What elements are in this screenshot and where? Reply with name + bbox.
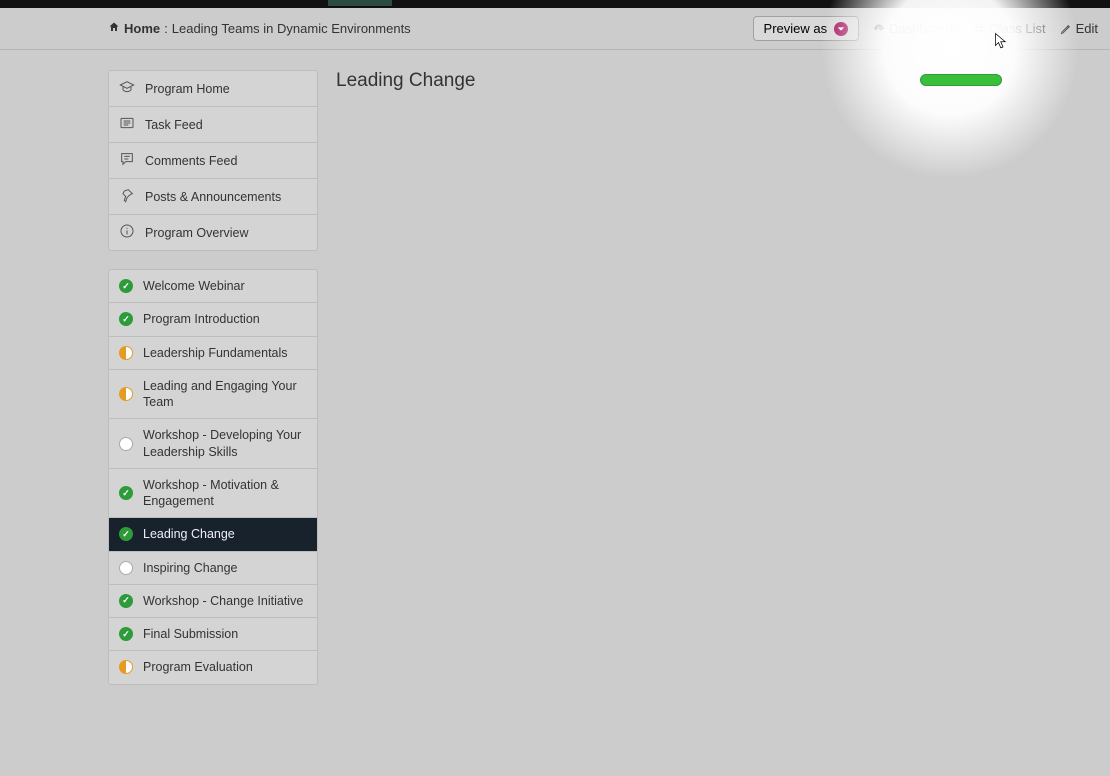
pin-icon xyxy=(119,187,135,206)
nav-item-program-overview[interactable]: Program Overview xyxy=(109,215,317,250)
breadcrumb-title: Leading Teams in Dynamic Environments xyxy=(172,21,411,36)
module-item-label: Leadership Fundamentals xyxy=(143,345,288,361)
module-item-leadership-fundamentals[interactable]: Leadership Fundamentals xyxy=(109,337,317,370)
gauge-icon xyxy=(873,23,885,35)
info-icon xyxy=(119,223,135,242)
edit-label: Edit xyxy=(1076,21,1098,36)
breadcrumb-separator: : xyxy=(164,21,168,36)
comment-icon xyxy=(119,151,135,170)
users-icon xyxy=(973,23,985,35)
nav-item-label: Posts & Announcements xyxy=(145,190,281,204)
module-item-leading-and-engaging-your-team[interactable]: Leading and Engaging Your Team xyxy=(109,370,317,420)
pencil-icon xyxy=(1060,23,1072,35)
nav-item-label: Comments Feed xyxy=(145,154,237,168)
status-empty-icon xyxy=(119,561,133,575)
nav-item-program-home[interactable]: Program Home xyxy=(109,71,317,107)
status-partial-icon xyxy=(119,346,133,360)
dashboards-link[interactable]: Dashboards xyxy=(873,21,959,36)
status-done-icon xyxy=(119,486,133,500)
main-area: Leading Change xyxy=(336,70,1002,92)
progress-bar-fill xyxy=(920,74,1002,86)
status-partial-icon xyxy=(119,387,133,401)
module-item-label: Program Evaluation xyxy=(143,659,253,675)
nav-block: Program Home Task Feed Comments Feed Posts … xyxy=(108,70,318,251)
module-item-label: Workshop - Developing Your Leadership Sk… xyxy=(143,427,307,460)
module-item-label: Workshop - Change Initiative xyxy=(143,593,303,609)
module-item-label: Final Submission xyxy=(143,626,238,642)
nav-item-label: Task Feed xyxy=(145,118,203,132)
status-done-icon xyxy=(119,312,133,326)
nav-item-posts-announcements[interactable]: Posts & Announcements xyxy=(109,179,317,215)
module-item-final-submission[interactable]: Final Submission xyxy=(109,618,317,651)
nav-item-label: Program Overview xyxy=(145,226,249,240)
list-icon xyxy=(119,115,135,134)
module-item-label: Leading and Engaging Your Team xyxy=(143,378,307,411)
module-item-program-evaluation[interactable]: Program Evaluation xyxy=(109,651,317,683)
nav-item-label: Program Home xyxy=(145,82,230,96)
module-item-workshop-developing-your-leadership-skills[interactable]: Workshop - Developing Your Leadership Sk… xyxy=(109,419,317,469)
status-empty-icon xyxy=(119,437,133,451)
top-strip xyxy=(0,0,1110,8)
header-bar: Home : Leading Teams in Dynamic Environm… xyxy=(0,8,1110,50)
nav-item-comments-feed[interactable]: Comments Feed xyxy=(109,143,317,179)
content-area: Program Home Task Feed Comments Feed Posts … xyxy=(0,50,1110,776)
home-icon xyxy=(108,21,120,36)
progress-indicator xyxy=(920,74,1002,86)
module-item-workshop-motivation-engagement[interactable]: Workshop - Motivation & Engagement xyxy=(109,469,317,519)
module-block: Welcome Webinar Program Introduction Leade… xyxy=(108,269,318,685)
module-item-inspiring-change[interactable]: Inspiring Change xyxy=(109,552,317,585)
preview-as-button[interactable]: Preview as xyxy=(753,16,860,41)
module-item-workshop-change-initiative[interactable]: Workshop - Change Initiative xyxy=(109,585,317,618)
mortarboard-icon xyxy=(119,79,135,98)
module-item-label: Welcome Webinar xyxy=(143,278,245,294)
preview-badge-icon xyxy=(834,22,848,36)
status-done-icon xyxy=(119,594,133,608)
module-item-label: Leading Change xyxy=(143,526,235,542)
page-title: Leading Change xyxy=(336,70,1002,92)
status-partial-icon xyxy=(119,660,133,674)
module-item-welcome-webinar[interactable]: Welcome Webinar xyxy=(109,270,317,303)
edit-link[interactable]: Edit xyxy=(1060,21,1098,36)
preview-as-label: Preview as xyxy=(764,21,828,36)
active-tab-indicator xyxy=(328,0,392,6)
class-list-link[interactable]: Class List xyxy=(973,21,1045,36)
module-item-label: Workshop - Motivation & Engagement xyxy=(143,477,307,510)
sidebar: Program Home Task Feed Comments Feed Posts … xyxy=(108,70,318,703)
module-item-program-introduction[interactable]: Program Introduction xyxy=(109,303,317,336)
module-item-label: Program Introduction xyxy=(143,311,260,327)
breadcrumb-home[interactable]: Home xyxy=(124,21,160,36)
module-item-leading-change[interactable]: Leading Change xyxy=(109,518,317,551)
module-item-label: Inspiring Change xyxy=(143,560,238,576)
nav-item-task-feed[interactable]: Task Feed xyxy=(109,107,317,143)
class-list-label: Class List xyxy=(989,21,1045,36)
status-done-icon xyxy=(119,627,133,641)
status-done-icon xyxy=(119,527,133,541)
status-done-icon xyxy=(119,279,133,293)
dashboards-label: Dashboards xyxy=(889,21,959,36)
header-right: Preview as Dashboards Class List Edit xyxy=(753,16,1098,41)
